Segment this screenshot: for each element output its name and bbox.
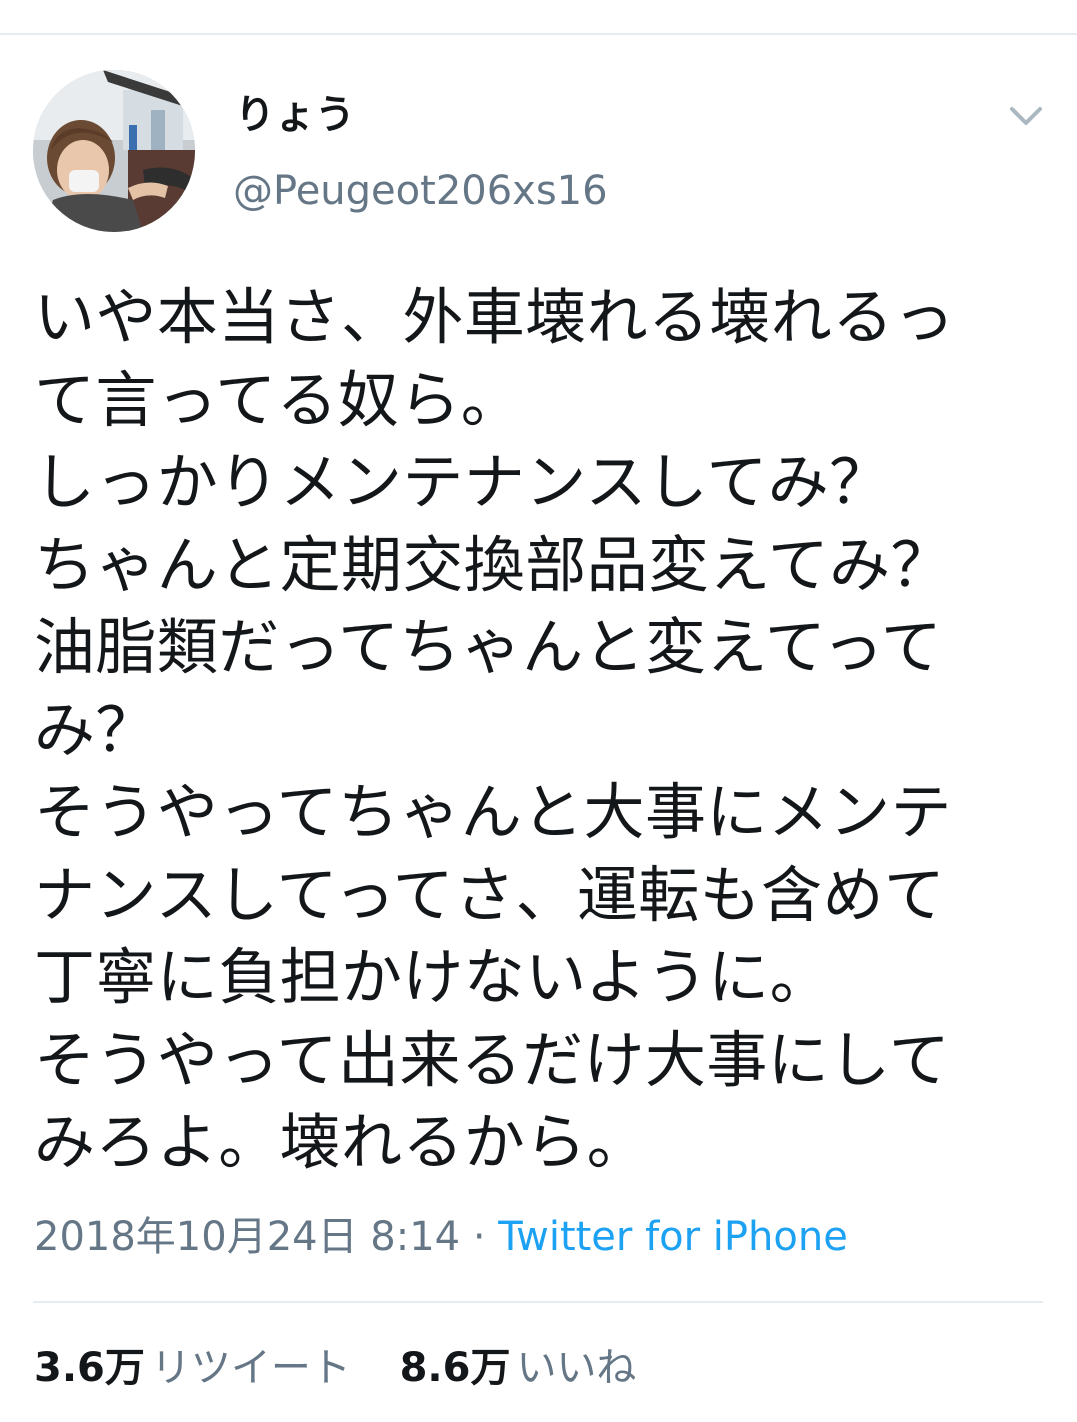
retweets-label: リツイート <box>150 1345 351 1391</box>
tweet-line: 丁寧に負担かけないように。 <box>34 942 831 1013</box>
tweet-line: みろよ。壊れるから。 <box>34 1107 649 1178</box>
avatar-photo <box>33 70 195 232</box>
tweet-line: 油脂類だってちゃんと変えてって <box>34 612 943 683</box>
tweet-text: いや本当さ、外車壊れる壊れるっ て言ってる奴ら。 しっかりメンテナンスしてみ？ … <box>34 277 1046 1185</box>
display-name[interactable]: りょう <box>235 86 355 144</box>
tweet-line: しっかりメンテナンスしてみ？ <box>34 447 891 518</box>
likes-count: 8.6万 <box>399 1345 511 1391</box>
tweet-line: ちゃんと定期交換部品変えてみ？ <box>34 529 952 601</box>
top-divider <box>0 33 1077 35</box>
tweet-source-link[interactable]: Twitter for iPhone <box>498 1214 848 1260</box>
retweets-stat[interactable]: 3.6万 リツイート <box>34 1340 351 1396</box>
tweet-timestamp[interactable]: 2018年10月24日 8:14 <box>34 1214 460 1260</box>
tweet-line: そうやって出来るだけ大事にして <box>34 1024 951 1096</box>
tweet-stats: 3.6万 リツイート 8.6万 いいね <box>34 1340 636 1396</box>
tweet-line: ナンスしてってさ、運転も含めて <box>34 859 946 931</box>
tweet-meta: 2018年10月24日 8:14 · Twitter for iPhone <box>34 1208 848 1266</box>
tweet-line: て言ってる奴ら。 <box>34 364 523 436</box>
tweet-line: そうやってちゃんと大事にメンテ <box>34 777 952 848</box>
meta-separator: · <box>460 1214 499 1260</box>
likes-label: いいね <box>516 1345 637 1391</box>
chevron-down-icon[interactable] <box>1006 96 1046 136</box>
tweet-line: み？ <box>34 694 157 766</box>
avatar[interactable] <box>33 70 195 232</box>
retweets-count: 3.6万 <box>34 1345 145 1391</box>
likes-stat[interactable]: 8.6万 いいね <box>400 1340 637 1396</box>
user-handle[interactable]: @Peugeot206xs16 <box>233 165 608 217</box>
stats-divider <box>33 1301 1043 1303</box>
tweet-line: いや本当さ、外車壊れる壊れるっ <box>34 282 956 353</box>
